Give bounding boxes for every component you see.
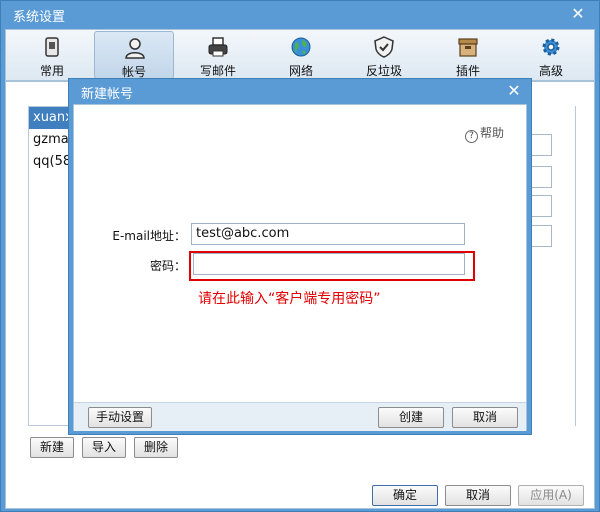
tab-label: 插件 [455, 64, 480, 78]
help-icon: ? [465, 130, 478, 143]
window-title: 系统设置 [13, 10, 66, 25]
tab-account[interactable]: 帐号 [94, 31, 174, 79]
new-account-button[interactable]: 新建 [30, 437, 74, 458]
tab-label: 高级 [538, 64, 563, 78]
ok-button[interactable]: 确定 [372, 485, 438, 506]
tab-label: 反垃圾 [365, 64, 402, 78]
window-close-button[interactable]: ✕ [567, 4, 589, 24]
password-hint: 请在此输入“客户端专用密码” [198, 291, 381, 307]
tab-label: 网络 [288, 64, 313, 78]
apply-button[interactable]: 应用(A) [518, 485, 584, 506]
password-field[interactable] [193, 253, 465, 275]
dialog-cancel-button[interactable]: 取消 [452, 407, 518, 428]
tab-advanced[interactable]: 高级 [511, 31, 591, 79]
create-button[interactable]: 创建 [378, 407, 444, 428]
tab-antispam[interactable]: 反垃圾 [344, 31, 424, 79]
manual-setup-button[interactable]: 手动设置 [88, 407, 152, 428]
email-label: E-mail地址： [112, 229, 186, 243]
tab-network[interactable]: 网络 [261, 31, 341, 79]
printer-icon [208, 37, 228, 57]
tab-label: 写邮件 [199, 64, 236, 78]
tab-plugins[interactable]: 插件 [428, 31, 508, 79]
detail-field[interactable] [530, 225, 552, 247]
dialog-footer: 手动设置 创建 取消 [74, 402, 526, 431]
detail-field[interactable] [530, 195, 552, 217]
box-icon [458, 38, 478, 57]
help-link[interactable]: ? 帮助 [465, 124, 504, 143]
detail-field[interactable] [530, 134, 552, 156]
password-label: 密码： [149, 259, 186, 273]
user-icon [125, 38, 145, 59]
phone-icon [45, 37, 59, 57]
tab-label: 常用 [39, 64, 64, 78]
import-account-button[interactable]: 导入 [82, 437, 126, 458]
email-field[interactable]: test@abc.com [191, 223, 465, 245]
shield-icon [374, 36, 394, 58]
help-label: 帮助 [480, 126, 505, 140]
dialog-body: ? 帮助 E-mail地址： test@abc.com 密码： 请在此输入“客户端… [73, 104, 527, 431]
cancel-button[interactable]: 取消 [445, 485, 511, 506]
window-titlebar: 系统设置 ✕ [1, 1, 599, 27]
gear-icon [542, 38, 560, 56]
globe-icon [291, 37, 311, 57]
dialog-close-button[interactable]: ✕ [503, 81, 525, 101]
dialog-title: 新建帐号 [81, 87, 134, 102]
tab-general[interactable]: 常用 [12, 31, 92, 79]
delete-account-button[interactable]: 删除 [134, 437, 178, 458]
new-account-dialog: 新建帐号 ✕ ? 帮助 E-mail地址： test@abc.com 密码： 请在… [68, 78, 532, 435]
detail-field[interactable] [530, 166, 552, 188]
settings-toolbar: 常用 帐号 写邮件 网络 反垃圾 插件 高级 [5, 29, 595, 81]
tab-compose[interactable]: 写邮件 [178, 31, 258, 79]
